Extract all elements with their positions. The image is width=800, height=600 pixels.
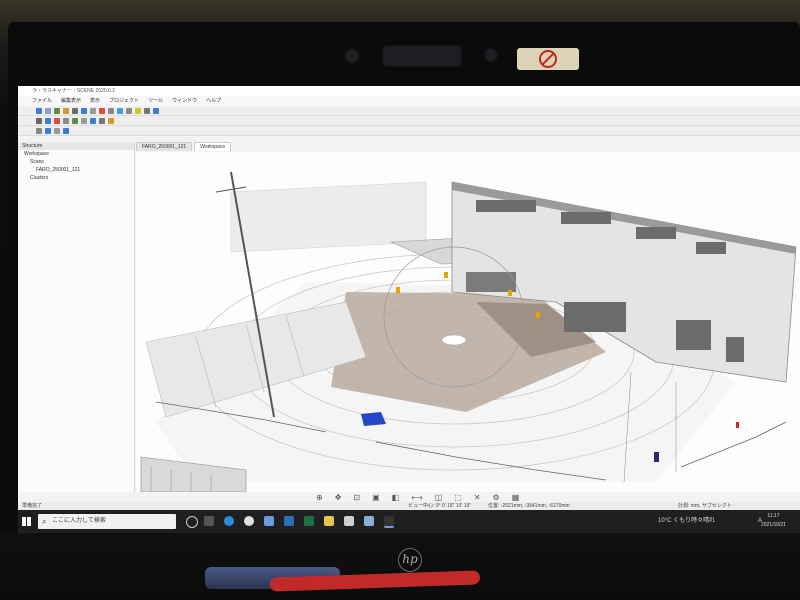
weather[interactable]: 10°C くもり時々晴れ <box>658 510 715 533</box>
menu-help[interactable]: ヘルプ <box>206 96 221 106</box>
tool-icon[interactable] <box>108 107 114 114</box>
tool-icon[interactable] <box>135 107 141 114</box>
select-icon[interactable]: ⬚ <box>454 493 462 502</box>
status-measure: 計測: mm, サブセレクト <box>678 503 732 509</box>
menu-window[interactable]: ウィンドウ <box>172 96 197 106</box>
tree-item-scans[interactable]: Scans <box>24 158 134 166</box>
mail-icon[interactable] <box>284 516 294 526</box>
tool-icon[interactable] <box>108 117 114 124</box>
tool-icon[interactable] <box>54 117 60 124</box>
tool-icon[interactable] <box>72 107 78 114</box>
tool-icon[interactable] <box>45 127 51 134</box>
toolbar-3 <box>18 126 800 136</box>
delete-icon[interactable]: ✕ <box>474 493 481 502</box>
measure-icon[interactable]: ⟷ <box>411 493 422 502</box>
webcam-sensor <box>344 48 360 64</box>
view-cube-icon[interactable]: ▣ <box>372 493 380 502</box>
tool-icon[interactable] <box>81 117 87 124</box>
status-view-center: ビュー中心: 0° 0' 18" 10' 19" <box>408 503 472 509</box>
menu-file[interactable]: ファイル <box>32 96 52 106</box>
status-coords: 位置: -2521mm, -3541mm, -6170mm <box>488 503 570 509</box>
screen: ラ・ラスキャナー・SCENE 2020.0.2 ファイル 編集表示 表示 プロジ… <box>18 86 800 533</box>
tool-icon[interactable] <box>54 127 60 134</box>
panel-header: Structure <box>18 142 134 150</box>
status-ready: 準備完了 <box>22 503 43 509</box>
grid-icon[interactable]: ▦ <box>512 493 520 502</box>
tool-icon[interactable] <box>63 117 69 124</box>
tree-item-clusters[interactable]: Clusters <box>24 174 134 182</box>
tool-icon[interactable] <box>36 107 42 114</box>
store-icon[interactable] <box>264 516 274 526</box>
cortana-icon[interactable] <box>186 516 198 528</box>
menu-view[interactable]: 表示 <box>90 96 100 106</box>
tool-icon[interactable] <box>54 107 60 114</box>
no-camera-icon <box>539 50 557 68</box>
app-icon[interactable] <box>364 516 374 526</box>
zoom-icon[interactable]: ⊕ <box>316 493 323 502</box>
pan-icon[interactable]: ✥ <box>335 493 342 502</box>
tree-item-scan[interactable]: FARO_250001_121 <box>24 166 134 174</box>
tool-icon[interactable] <box>144 107 150 114</box>
settings-icon[interactable]: ⚙ <box>493 493 500 502</box>
privacy-sticker <box>517 48 579 70</box>
tree-item-workspace[interactable]: Workspace <box>24 150 134 158</box>
point-cloud-viewport[interactable] <box>136 152 800 492</box>
clock-time: 11:17 <box>767 513 780 519</box>
tool-icon[interactable] <box>117 107 123 114</box>
tab-scan[interactable]: FARO_250001_121 <box>136 142 193 151</box>
tool-icon[interactable] <box>36 127 42 134</box>
view-tabs: FARO_250001_121 Workspace <box>136 142 232 151</box>
hp-logo: hp <box>398 548 422 572</box>
point-cloud-render <box>140 171 797 492</box>
menu-edit[interactable]: 編集表示 <box>61 96 81 106</box>
tool-icon[interactable] <box>63 127 69 134</box>
tool-icon[interactable] <box>45 117 51 124</box>
tool-icon[interactable] <box>72 117 78 124</box>
tool-icon[interactable] <box>153 107 159 114</box>
scene-app-icon[interactable] <box>384 516 394 528</box>
app-icon[interactable] <box>344 516 354 526</box>
folder-icon[interactable] <box>324 516 334 526</box>
toolbar-1 <box>18 106 800 116</box>
start-icon[interactable] <box>22 517 31 526</box>
clock-date: 2021/10/21 <box>760 522 786 528</box>
tool-icon[interactable] <box>126 107 132 114</box>
webcam-lens-cover <box>382 45 462 67</box>
twod-icon[interactable]: ◧ <box>392 493 400 502</box>
window-title: ラ・ラスキャナー・SCENE 2020.0.2 <box>18 86 800 96</box>
structure-tree: Workspace Scans FARO_250001_121 Clusters <box>18 150 134 182</box>
structure-panel: Structure Workspace Scans FARO_250001_12… <box>18 142 135 492</box>
chrome-icon[interactable] <box>244 516 254 526</box>
clipping-icon[interactable]: ◫ <box>435 493 443 502</box>
search-box[interactable]: ここに入力して検索 <box>38 514 176 529</box>
status-bar: 準備完了 ビュー中心: 0° 0' 18" 10' 19" 位置: -2521m… <box>18 502 800 510</box>
menu-tools[interactable]: ツール <box>148 96 163 106</box>
toolbar-2 <box>18 116 800 126</box>
menu-bar: ファイル 編集表示 表示 プロジェクト ツール ウィンドウ ヘルプ <box>18 96 800 106</box>
tool-icon[interactable] <box>99 107 105 114</box>
tool-icon[interactable] <box>90 107 96 114</box>
tool-icon[interactable] <box>99 117 105 124</box>
windows-taskbar: ここに入力して検索 10°C くもり時々晴れ A 11:17 2021/10/2… <box>18 510 800 533</box>
excel-icon[interactable] <box>304 516 314 526</box>
fit-icon[interactable]: ⊡ <box>353 493 360 502</box>
edge-icon[interactable] <box>224 516 234 526</box>
tab-workspace[interactable]: Workspace <box>194 142 232 151</box>
tool-icon[interactable] <box>63 107 69 114</box>
webcam-ir <box>484 48 498 62</box>
clock[interactable]: 11:17 2021/10/21 <box>761 512 786 530</box>
tool-icon[interactable] <box>45 107 51 114</box>
task-view-icon[interactable] <box>204 516 214 526</box>
tool-icon[interactable] <box>90 117 96 124</box>
tool-icon[interactable] <box>36 117 42 124</box>
menu-project[interactable]: プロジェクト <box>109 96 139 106</box>
tool-icon[interactable] <box>81 107 87 114</box>
